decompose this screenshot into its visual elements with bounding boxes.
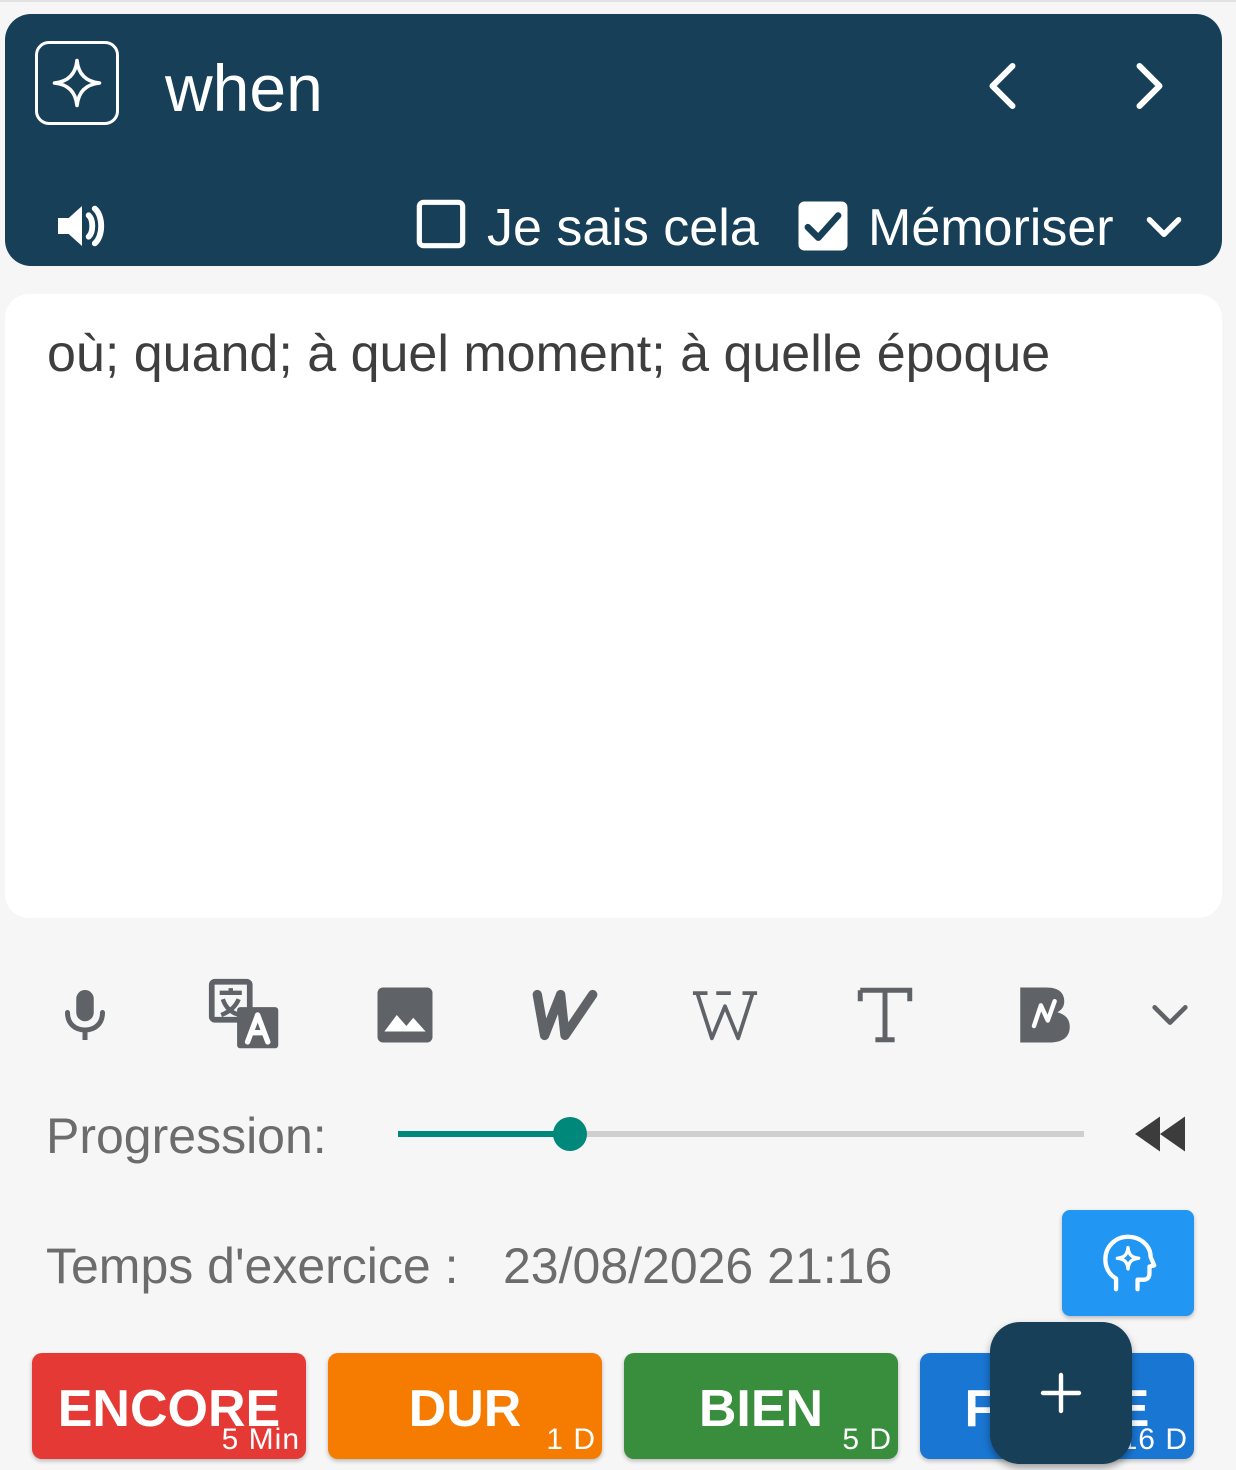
grade-good-button[interactable]: BIEN 5 D	[624, 1353, 898, 1459]
plus-icon	[1040, 1372, 1082, 1414]
image-icon	[377, 987, 433, 1043]
grade-good-interval: 5 D	[842, 1423, 892, 1456]
progress-slider[interactable]	[398, 1117, 1084, 1151]
exercise-time-value: 23/08/2026 21:16	[503, 1238, 893, 1294]
chevron-left-icon	[989, 63, 1016, 109]
top-divider	[0, 0, 1236, 2]
definition-text: où; quand; à quel moment; à quelle époqu…	[47, 325, 1051, 383]
know-label[interactable]: Je sais cela	[487, 198, 759, 258]
speak-button[interactable]	[50, 194, 114, 258]
definition-card[interactable]: où; quand; à quel moment; à quelle époqu…	[5, 294, 1222, 918]
word-title: when	[165, 51, 323, 125]
microphone-icon	[65, 990, 105, 1040]
checkbox-checked-icon	[798, 201, 848, 251]
know-checkbox[interactable]	[415, 198, 467, 250]
wordreference-button[interactable]	[525, 975, 605, 1055]
more-tools-button[interactable]	[1130, 975, 1210, 1055]
word-header: when Je sais cela Mémoriser	[5, 14, 1222, 266]
rewind-icon	[1135, 1116, 1185, 1152]
next-word-button[interactable]	[1117, 56, 1177, 116]
wordreference-icon	[532, 989, 598, 1041]
wikipedia-button[interactable]	[685, 975, 765, 1055]
image-search-button[interactable]	[365, 975, 445, 1055]
memory-ai-button[interactable]	[1062, 1210, 1194, 1316]
chevron-down-icon	[1152, 1005, 1188, 1025]
progress-label: Progression:	[46, 1108, 327, 1164]
translate-icon	[208, 978, 279, 1049]
add-word-fab[interactable]	[990, 1322, 1132, 1464]
exercise-time-label: Temps d'exercice :	[46, 1238, 459, 1294]
progress-thumb[interactable]	[552, 1117, 587, 1151]
grade-hard-interval: 1 D	[546, 1423, 596, 1456]
chevron-down-icon	[1146, 217, 1182, 238]
bing-button[interactable]	[1005, 975, 1085, 1055]
text-icon	[857, 987, 913, 1043]
chevron-right-icon	[1136, 63, 1163, 109]
memorize-dropdown-button[interactable]	[1139, 202, 1189, 252]
memorize-label[interactable]: Mémoriser	[868, 198, 1114, 258]
previous-word-button[interactable]	[975, 56, 1035, 116]
grade-hard-button[interactable]: DUR 1 D	[328, 1353, 602, 1459]
progress-fill	[398, 1131, 570, 1137]
brain-sparkle-icon	[1103, 1234, 1157, 1292]
wikipedia-icon	[692, 991, 758, 1041]
text-tool-button[interactable]	[845, 975, 925, 1055]
grade-again-button[interactable]: ENCORE 5 Min	[32, 1353, 306, 1459]
memorize-checkbox[interactable]	[795, 198, 851, 254]
ai-sparkle-button[interactable]	[35, 41, 119, 125]
speaker-icon	[58, 205, 105, 247]
microphone-button[interactable]	[45, 975, 125, 1055]
sparkle-icon	[52, 58, 102, 108]
bing-icon	[1020, 987, 1070, 1043]
grade-again-interval: 5 Min	[221, 1423, 300, 1456]
reset-progress-button[interactable]	[1130, 1108, 1190, 1160]
translate-button[interactable]	[205, 975, 285, 1055]
checkbox-unchecked-icon	[416, 199, 466, 249]
